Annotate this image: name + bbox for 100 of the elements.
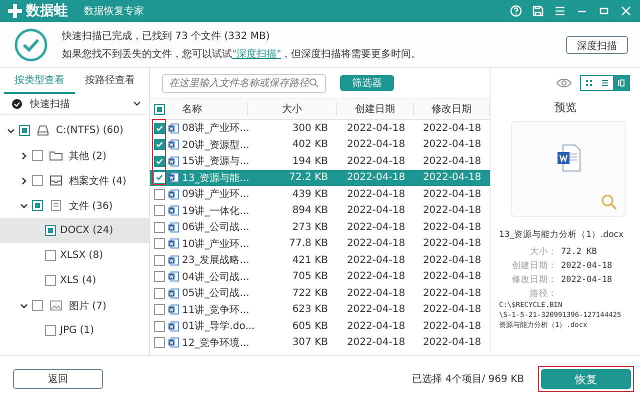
- checkbox[interactable]: [154, 304, 164, 316]
- checkbox[interactable]: [154, 288, 164, 299]
- tree-label: DOCX (24): [60, 225, 114, 236]
- checkbox[interactable]: [32, 175, 43, 186]
- column-header[interactable]: 名称: [168, 102, 248, 116]
- checkbox[interactable]: [154, 156, 164, 167]
- tree-item[interactable]: C:(NTFS) (60): [0, 118, 149, 143]
- checkbox[interactable]: [32, 150, 43, 161]
- word-file-icon: [168, 320, 179, 332]
- detail-label: 路径：: [529, 288, 558, 300]
- file-row[interactable]: 23_发展战略... 421 KB 2022-04-18 2022-04-18: [150, 252, 490, 268]
- modified-date: 2022-04-18: [422, 122, 482, 134]
- checkbox[interactable]: [32, 200, 43, 211]
- column-header[interactable]: 修改日期: [414, 102, 490, 116]
- file-row[interactable]: 05讲_公司战... 722 KB 2022-04-18 2022-04-18: [150, 285, 490, 302]
- view-tab[interactable]: 按类型查看: [4, 68, 74, 94]
- created-date: 2022-04-18: [346, 288, 406, 299]
- file-size: 307 KB: [291, 337, 329, 348]
- checkbox[interactable]: [45, 325, 56, 336]
- close-icon[interactable]: [620, 5, 632, 17]
- checkbox[interactable]: [154, 104, 164, 114]
- file-row[interactable]: 09讲_产业环... 439 KB 2022-04-18 2022-04-18: [150, 186, 490, 202]
- recover-button[interactable]: 恢复: [541, 369, 631, 389]
- checkbox[interactable]: [154, 271, 164, 282]
- checkbox[interactable]: [154, 222, 164, 233]
- file-size: 77.8 KB: [288, 238, 329, 250]
- modified-date: 2022-04-18: [422, 238, 482, 250]
- preview-title: 预览: [554, 100, 578, 116]
- file-row[interactable]: 12_竞争环境... 307 KB 2022-04-18 2022-04-18: [150, 334, 490, 351]
- checkbox[interactable]: [154, 205, 164, 216]
- checkbox[interactable]: [45, 250, 56, 261]
- folder-icon: [49, 149, 63, 162]
- save-icon[interactable]: [532, 5, 544, 17]
- view-tab[interactable]: 按路径查看: [74, 68, 145, 94]
- created-date: 2022-04-18: [346, 320, 406, 332]
- checkbox[interactable]: [154, 337, 164, 348]
- checkbox[interactable]: [154, 139, 164, 150]
- modified-date: 2022-04-18: [422, 188, 482, 200]
- file-row[interactable]: 06讲_公司战... 273 KB 2022-04-18 2022-04-18: [150, 219, 490, 236]
- file-row[interactable]: 10讲_产业环... 77.8 KB 2022-04-18 2022-04-18: [150, 236, 490, 252]
- checkbox[interactable]: [19, 125, 30, 136]
- checkbox[interactable]: [154, 122, 164, 134]
- tree-item[interactable]: 其他 (2): [0, 143, 149, 168]
- menu-icon[interactable]: [554, 5, 566, 17]
- help-icon[interactable]: [510, 5, 522, 17]
- checkbox[interactable]: [154, 320, 164, 332]
- tree-label: JPG (1): [60, 325, 94, 336]
- checkbox[interactable]: [154, 254, 164, 266]
- chevron-down-icon[interactable]: [6, 126, 14, 134]
- hint-text: 如果您找不到丢失的文件，您可以试试: [62, 48, 232, 60]
- chevron-right-icon[interactable]: [20, 176, 28, 184]
- word-file-icon: [168, 238, 179, 250]
- column-header[interactable]: 大小: [248, 102, 337, 116]
- chevron-down-icon[interactable]: [20, 202, 28, 210]
- tree-item[interactable]: XLS (4): [0, 268, 149, 293]
- file-size: 300 KB: [291, 122, 329, 134]
- file-row[interactable]: 20讲_资源型... 402 KB 2022-04-18 2022-04-18: [150, 136, 490, 153]
- word-file-icon: [168, 139, 179, 150]
- tree-item[interactable]: 文件 (36): [0, 193, 149, 218]
- chevron-down-icon[interactable]: [20, 302, 28, 310]
- checkbox[interactable]: [45, 275, 56, 286]
- word-file-icon: [168, 337, 179, 348]
- maximize-icon[interactable]: [598, 5, 610, 17]
- file-row[interactable]: 15讲_资源与... 194 KB 2022-04-18 2022-04-18: [150, 153, 490, 170]
- checkbox[interactable]: [32, 300, 43, 311]
- modified-date: 2022-04-18: [422, 222, 482, 233]
- checkbox[interactable]: [45, 225, 56, 236]
- file-row[interactable]: 19讲_一体化... 894 KB 2022-04-18 2022-04-18: [150, 202, 490, 219]
- file-size: 402 KB: [291, 139, 329, 150]
- deep-scan-link[interactable]: "深度扫描": [232, 46, 282, 60]
- file-row[interactable]: 04讲_公司战... 705 KB 2022-04-18 2022-04-18: [150, 268, 490, 285]
- tree-label: XLS (4): [60, 275, 96, 286]
- eye-icon[interactable]: [556, 78, 572, 88]
- file-name: 15讲_资源与...: [182, 154, 250, 168]
- zoom-icon[interactable]: [601, 194, 617, 210]
- tree-item[interactable]: DOCX (24): [0, 218, 149, 243]
- tree-item[interactable]: 图片 (7): [0, 293, 149, 318]
- checkbox[interactable]: [154, 238, 164, 250]
- document-icon: [49, 199, 63, 212]
- tree-item[interactable]: 档案文件 (4): [0, 168, 149, 193]
- tree-label: XLSX (8): [60, 250, 103, 261]
- tree-item[interactable]: JPG (1): [0, 318, 149, 343]
- filter-button[interactable]: 筛选器: [340, 75, 394, 91]
- word-document-icon: [556, 144, 580, 172]
- tree-label: 其他 (2): [69, 150, 106, 162]
- word-file-icon: [168, 122, 179, 134]
- checkbox[interactable]: [154, 188, 164, 200]
- file-row[interactable]: 11讲_竞争环... 623 KB 2022-04-18 2022-04-18: [150, 302, 490, 318]
- back-button[interactable]: 返回: [13, 369, 103, 389]
- scan-mode-dropdown[interactable]: 快速扫描: [0, 94, 149, 115]
- tree-item[interactable]: XLSX (8): [0, 243, 149, 268]
- file-row[interactable]: 08讲_产业环... 300 KB 2022-04-18 2022-04-18: [150, 120, 490, 136]
- detail-view-icon[interactable]: [613, 76, 629, 90]
- file-row[interactable]: 01讲_导学.do... 605 KB 2022-04-18 2022-04-18: [150, 318, 490, 334]
- modified-date: 2022-04-18: [422, 172, 482, 184]
- word-file-icon: [168, 304, 179, 316]
- column-header[interactable]: 创建日期: [337, 102, 414, 116]
- deep-scan-button[interactable]: 深度扫描: [566, 36, 628, 54]
- file-row[interactable]: 13_资源与能... 72.2 KB 2022-04-18 2022-04-18: [150, 170, 490, 186]
- chevron-right-icon[interactable]: [20, 152, 28, 160]
